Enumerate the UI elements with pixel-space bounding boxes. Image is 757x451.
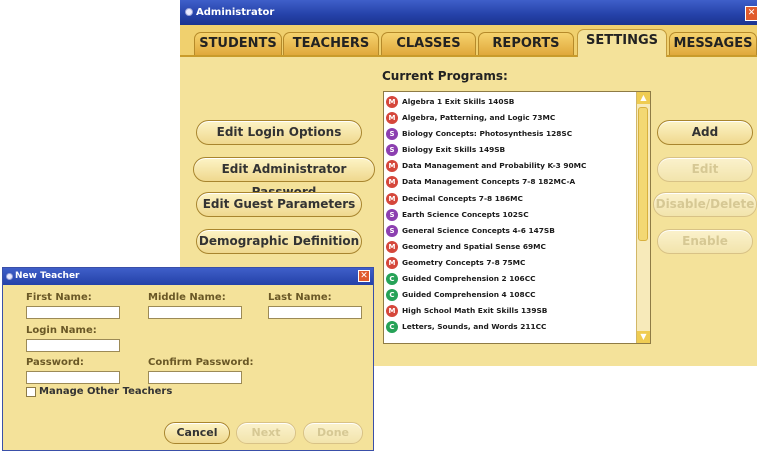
program-list-item[interactable]: S Biology Concepts: Photosynthesis 128SC	[384, 126, 638, 142]
programs-listbox[interactable]: M Algebra 1 Exit Skills 140SB M Algebra, Pa…	[383, 91, 651, 344]
program-list-item[interactable]: S General Science Concepts 4-6 147SB	[384, 223, 638, 239]
math-icon: M	[386, 112, 398, 125]
math-icon: M	[386, 305, 398, 318]
manage-other-teachers-label[interactable]: Manage Other Teachers	[39, 386, 172, 397]
program-name: Algebra, Patterning, and Logic 73MC	[402, 113, 556, 123]
new-teacher-title: New Teacher	[15, 271, 80, 281]
science-icon: S	[386, 128, 398, 141]
app-icon	[6, 273, 13, 280]
middle-name-field[interactable]	[148, 306, 242, 319]
last-name-label: Last Name:	[268, 292, 332, 303]
math-icon: M	[386, 192, 398, 205]
tab-reports[interactable]: REPORTS	[478, 32, 574, 55]
program-name: Earth Science Concepts 102SC	[402, 209, 529, 219]
enable-button[interactable]: Enable	[657, 229, 753, 254]
manage-other-teachers-checkbox[interactable]	[26, 387, 36, 397]
scroll-up-arrow-icon[interactable]: ▲	[637, 92, 650, 104]
math-icon: M	[386, 96, 398, 108]
program-name: Letters, Sounds, and Words 211CC	[402, 322, 547, 332]
current-programs-label: Current Programs:	[382, 69, 508, 83]
new-teacher-dialog: New Teacher ✕ First Name: Middle Name: L…	[2, 267, 374, 451]
program-name: Geometry and Spatial Sense 69MC	[402, 241, 546, 251]
edit-button[interactable]: Edit	[657, 157, 753, 182]
admin-titlebar[interactable]: Administrator ✕	[180, 0, 757, 25]
math-icon: M	[386, 240, 398, 253]
math-icon: M	[386, 176, 398, 189]
tab-settings[interactable]: SETTINGS	[577, 29, 667, 57]
program-name: Algebra 1 Exit Skills 140SB	[402, 97, 515, 106]
disable-delete-button[interactable]: Disable/Delete	[653, 192, 757, 217]
science-icon: S	[386, 208, 398, 221]
tab-messages[interactable]: MESSAGES	[669, 32, 757, 55]
program-list-item[interactable]: M Data Management Concepts 7-8 182MC-A	[384, 174, 638, 190]
edit-guest-parameters-button[interactable]: Edit Guest Parameters	[196, 192, 362, 217]
program-name: General Science Concepts 4-6 147SB	[402, 225, 555, 235]
comprehension-icon: C	[386, 273, 398, 286]
math-icon: M	[386, 256, 398, 269]
comprehension-icon: C	[386, 289, 398, 302]
scroll-down-arrow-icon[interactable]: ▼	[637, 331, 650, 343]
tab-teachers[interactable]: TEACHERS	[283, 32, 379, 55]
program-list-item[interactable]: M Geometry and Spatial Sense 69MC	[384, 239, 638, 255]
programs-scrollbar[interactable]: ▲ ▼	[636, 92, 650, 343]
program-list-item[interactable]: M High School Math Exit Skills 139SB	[384, 303, 638, 319]
first-name-label: First Name:	[26, 292, 92, 303]
demographic-definition-button[interactable]: Demographic Definition	[196, 229, 362, 254]
science-icon: S	[386, 224, 398, 237]
program-name: Data Management and Probability K-3 90MC	[402, 161, 587, 171]
program-list-item[interactable]: C Guided Comprehension 2 106CC	[384, 271, 638, 287]
password-field[interactable]	[26, 371, 120, 384]
program-list-item[interactable]: S Biology Exit Skills 149SB	[384, 142, 638, 158]
login-name-label: Login Name:	[26, 325, 97, 336]
program-list-item[interactable]: S Earth Science Concepts 102SC	[384, 207, 638, 223]
close-icon[interactable]: ✕	[358, 270, 370, 282]
confirm-password-label: Confirm Password:	[148, 357, 254, 368]
tab-classes[interactable]: CLASSES	[381, 32, 476, 55]
done-button[interactable]: Done	[303, 422, 363, 444]
last-name-field[interactable]	[268, 306, 362, 319]
program-name: High School Math Exit Skills 139SB	[402, 306, 548, 316]
cancel-button[interactable]: Cancel	[164, 422, 230, 444]
password-label: Password:	[26, 357, 84, 368]
tab-students[interactable]: STUDENTS	[194, 32, 282, 55]
program-list-item[interactable]: M Algebra 1 Exit Skills 140SB	[384, 94, 638, 110]
program-list-item[interactable]: M Data Management and Probability K-3 90M…	[384, 158, 638, 174]
program-name: Biology Exit Skills 149SB	[402, 145, 506, 155]
program-list-item[interactable]: M Algebra, Patterning, and Logic 73MC	[384, 110, 638, 126]
program-name: Guided Comprehension 4 108CC	[402, 290, 536, 300]
program-list-item[interactable]: M Geometry Concepts 7-8 75MC	[384, 255, 638, 271]
next-button[interactable]: Next	[236, 422, 296, 444]
scrollbar-thumb[interactable]	[638, 107, 648, 241]
app-icon	[185, 8, 193, 16]
login-name-field[interactable]	[26, 339, 120, 352]
comprehension-icon: C	[386, 321, 398, 334]
program-name: Biology Concepts: Photosynthesis 128SC	[402, 129, 573, 139]
program-name: Guided Comprehension 2 106CC	[402, 274, 536, 284]
admin-title: Administrator	[196, 7, 275, 18]
program-name: Decimal Concepts 7-8 186MC	[402, 193, 523, 203]
program-list-item[interactable]: C Guided Comprehension 4 108CC	[384, 287, 638, 303]
middle-name-label: Middle Name:	[148, 292, 226, 303]
confirm-password-field[interactable]	[148, 371, 242, 384]
add-button[interactable]: Add	[657, 120, 753, 145]
new-teacher-titlebar[interactable]: New Teacher ✕	[3, 268, 373, 285]
program-name: Data Management Concepts 7-8 182MC-A	[402, 177, 576, 187]
close-icon[interactable]: ✕	[745, 6, 757, 21]
program-name: Geometry Concepts 7-8 75MC	[402, 257, 526, 267]
first-name-field[interactable]	[26, 306, 120, 319]
edit-administrator-password-button[interactable]: Edit Administrator Password	[193, 157, 375, 199]
programs-list: M Algebra 1 Exit Skills 140SB M Algebra, Pa…	[384, 94, 638, 335]
program-list-item[interactable]: M Decimal Concepts 7-8 186MC	[384, 191, 638, 207]
edit-login-options-button[interactable]: Edit Login Options	[196, 120, 362, 145]
science-icon: S	[386, 144, 398, 157]
math-icon: M	[386, 160, 398, 173]
tab-bar: STUDENTS TEACHERS CLASSES REPORTS SETTIN…	[180, 25, 757, 57]
program-list-item[interactable]: C Letters, Sounds, and Words 211CC	[384, 319, 638, 335]
